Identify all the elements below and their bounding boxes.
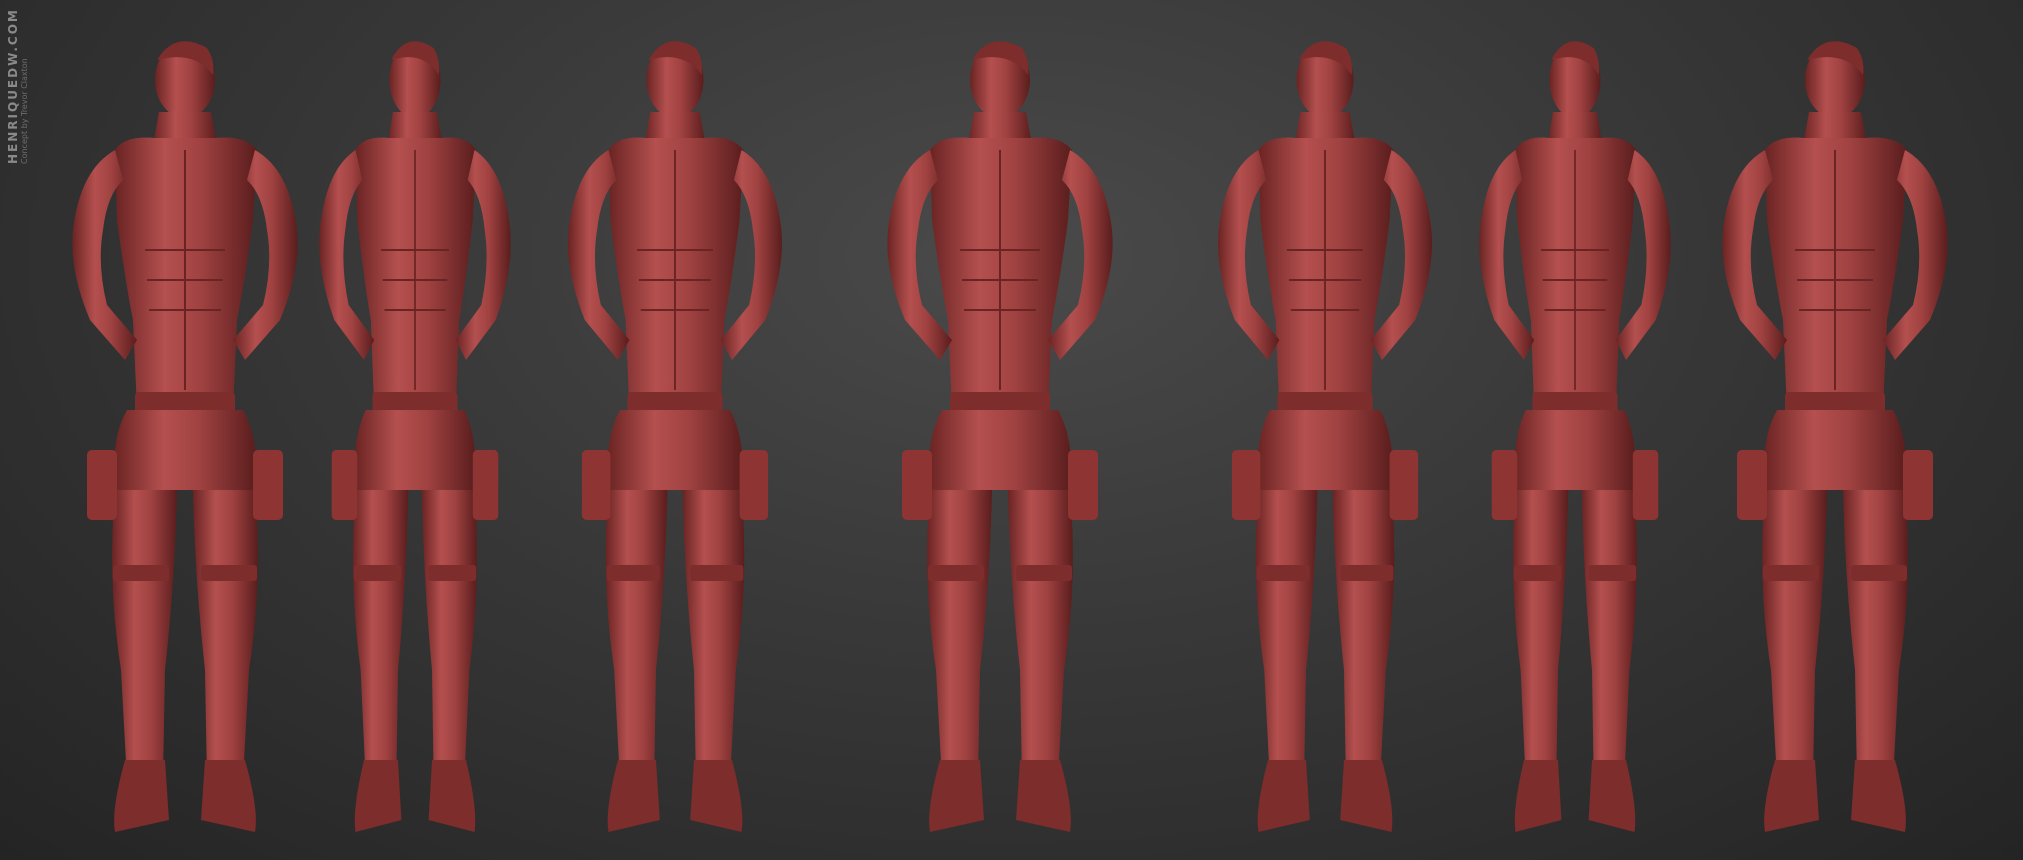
figure-back-view [71, 40, 299, 833]
figure-three-quarter-left-view [566, 40, 784, 833]
sculpt-turnaround-canvas: HENRIQUEDW.COM Concept by Trevor Claxton [0, 0, 2023, 860]
figure-left-side-view [318, 40, 512, 833]
figure-front-view [886, 40, 1114, 833]
figure-right-side-view [1478, 40, 1672, 833]
figure-back-right-view [1721, 40, 1949, 833]
figure-three-quarter-right-view [1216, 40, 1434, 833]
figures-layer [71, 40, 1949, 833]
